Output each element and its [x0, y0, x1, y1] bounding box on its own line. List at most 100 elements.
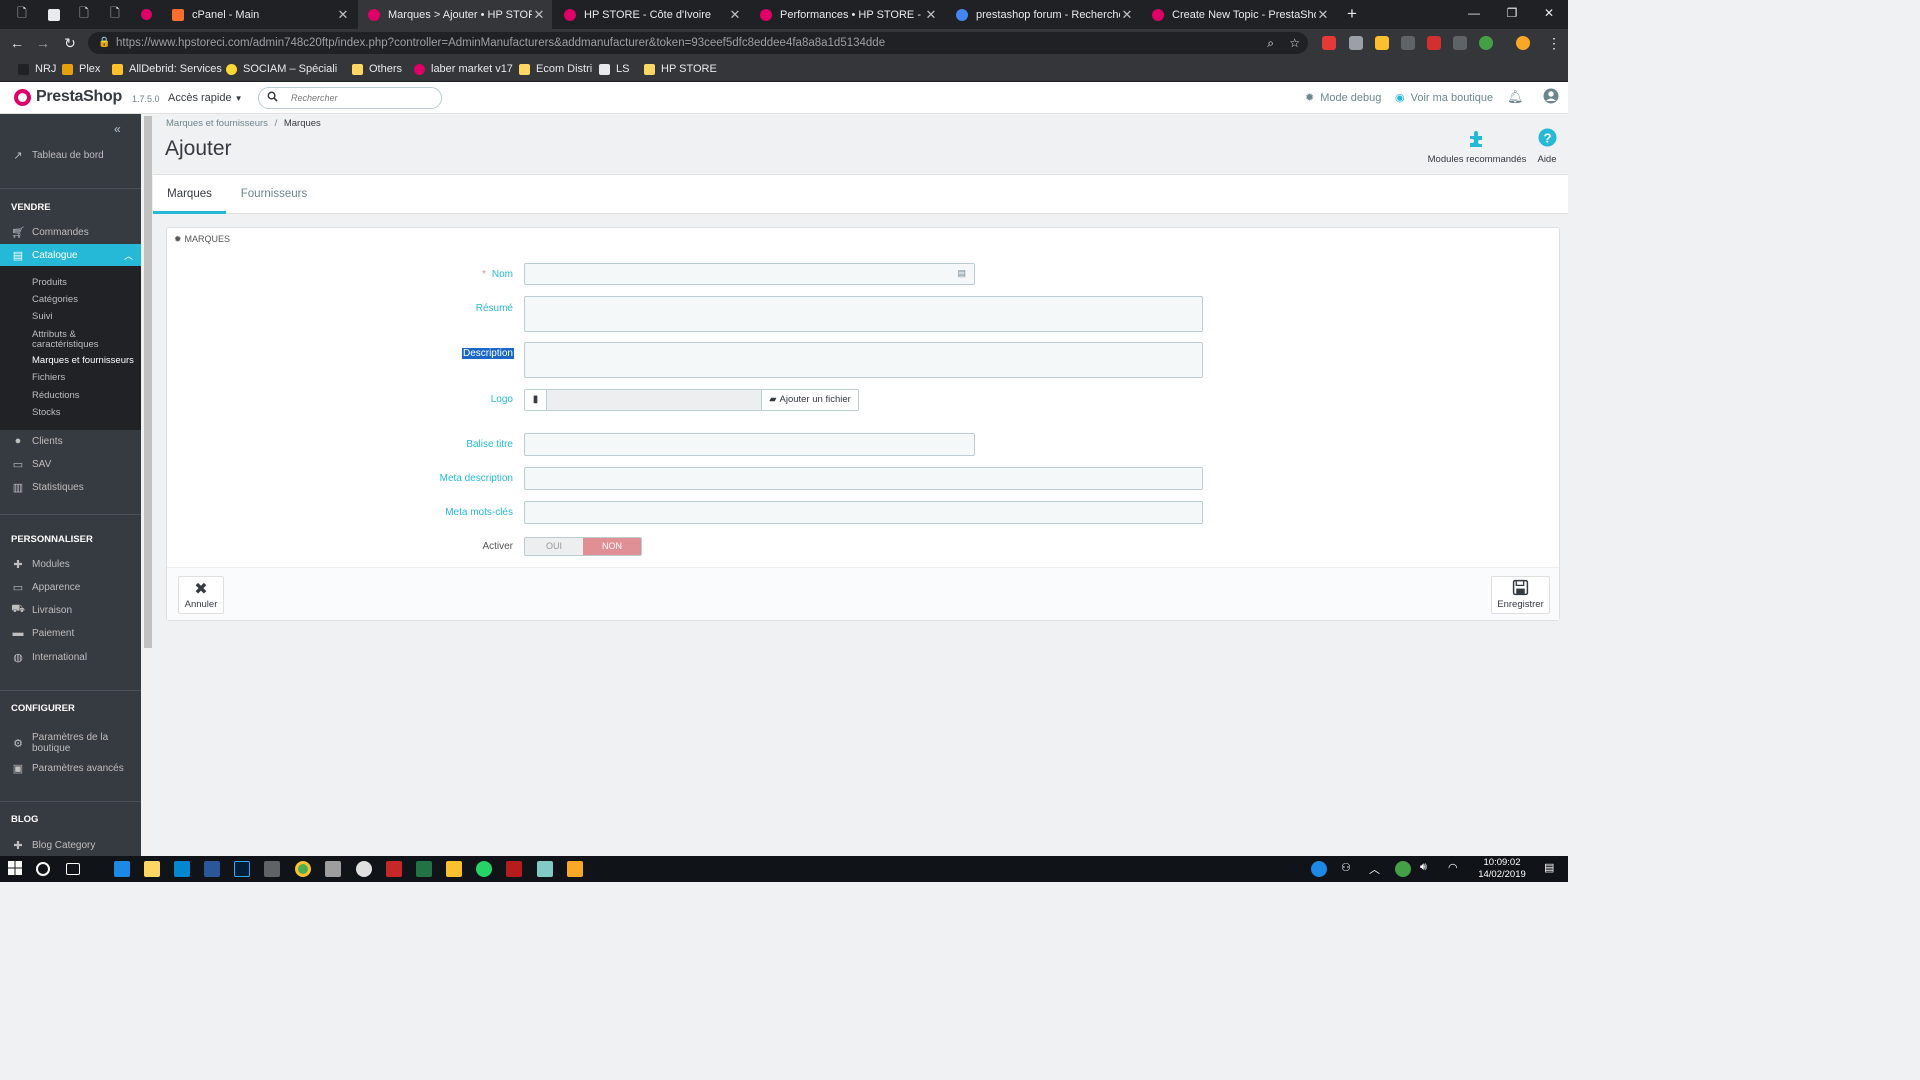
pinned-tab[interactable]	[40, 0, 68, 29]
excel-icon[interactable]	[416, 861, 432, 877]
restore-button[interactable]: ❐	[1493, 0, 1531, 29]
chrome-icon[interactable]	[295, 861, 311, 877]
submenu-item-brands-suppliers[interactable]: Marques et fournisseurs	[32, 356, 134, 366]
extension-icon[interactable]	[1453, 36, 1467, 50]
add-file-button[interactable]: ▰ Ajouter un fichier	[761, 390, 858, 410]
bookmark-item[interactable]: NRJ	[18, 57, 56, 81]
meta-title-field[interactable]	[524, 433, 975, 456]
summary-textarea[interactable]	[524, 296, 1203, 332]
sidebar-item-appearance[interactable]: ▭ Apparence	[0, 576, 141, 598]
sidebar-item-customers[interactable]: ● Clients	[0, 430, 141, 452]
submenu-item-discounts[interactable]: Réductions	[32, 391, 80, 401]
collapse-menu-icon[interactable]: «	[114, 122, 121, 136]
tab-marques[interactable]: Marques	[153, 175, 226, 214]
sidebar-item-sav[interactable]: ▭ SAV	[0, 453, 141, 475]
calculator-icon[interactable]	[325, 861, 341, 877]
sidebar-item-payment[interactable]: ▬ Paiement	[0, 622, 141, 644]
breadcrumb-parent-link[interactable]: Marques et fournisseurs	[166, 118, 268, 129]
sidebar-item-dashboard[interactable]: ↗ Tableau de bord	[0, 144, 141, 166]
help-button[interactable]: ? Aide	[1534, 128, 1560, 165]
sidebar-item-shipping[interactable]: ⛟ Livraison	[0, 599, 141, 621]
logo-file-input[interactable]: ▮ ▰ Ajouter un fichier	[524, 389, 859, 411]
meta-title-input[interactable]	[525, 434, 974, 455]
extension-icon[interactable]	[1401, 36, 1415, 50]
switch-option-no[interactable]: NON	[583, 538, 641, 555]
taskbar-app-icon[interactable]	[114, 861, 130, 877]
submenu-item-files[interactable]: Fichiers	[32, 373, 65, 383]
close-icon[interactable]: ✕	[728, 7, 742, 23]
tab-cpanel[interactable]: cPanel - Main ✕	[162, 0, 356, 29]
tab-google-search[interactable]: prestashop forum - Recherche G ✕	[946, 0, 1140, 29]
tab-create-topic[interactable]: Create New Topic - PrestaShop ✕	[1142, 0, 1336, 29]
whatsapp-icon[interactable]	[476, 861, 492, 877]
name-field[interactable]: ▤	[524, 263, 975, 285]
sidebar-item-blog-category[interactable]: ✚ Blog Category	[0, 834, 141, 856]
notifications-bell-icon[interactable]: 🔔︎	[1507, 89, 1524, 105]
close-icon[interactable]: ✕	[336, 7, 350, 23]
profile-avatar[interactable]	[1516, 36, 1530, 50]
submenu-item-monitoring[interactable]: Suivi	[32, 312, 53, 322]
sidebar-item-catalog[interactable]: ▤ Catalogue ︿	[0, 244, 141, 266]
address-bar[interactable]: 🔒 https://www.hpstoreci.com/admin748c20f…	[88, 32, 1308, 54]
photoshop-icon[interactable]	[234, 861, 250, 877]
taskbar-app-icon[interactable]	[174, 861, 190, 877]
sidebar-item-international[interactable]: ◍ International	[0, 646, 141, 668]
taskbar-app-icon[interactable]	[567, 861, 583, 877]
sidebar-scrollbar-thumb[interactable]	[144, 116, 152, 648]
employee-avatar[interactable]	[1543, 88, 1559, 104]
meta-keywords-input[interactable]	[525, 502, 1202, 523]
keyboard-icon[interactable]	[264, 861, 280, 877]
close-icon[interactable]: ✕	[1316, 7, 1330, 23]
tab-hp-store[interactable]: HP STORE - Côte d'Ivoire ✕	[554, 0, 748, 29]
tray-app-icon[interactable]	[1395, 861, 1411, 877]
close-icon[interactable]: ✕	[532, 7, 546, 23]
minimize-button[interactable]: —	[1455, 0, 1493, 29]
extension-icon[interactable]	[1375, 36, 1389, 50]
bookmark-folder[interactable]: HP STORE	[644, 57, 717, 81]
quick-access-dropdown[interactable]: Accès rapide ▼	[168, 92, 243, 104]
clock-date[interactable]: 14/02/2019	[1466, 869, 1538, 880]
taskbar-app-icon[interactable]	[537, 861, 553, 877]
sidebar-item-orders[interactable]: 🛒︎ Commandes	[0, 221, 141, 243]
recommended-modules-button[interactable]: Modules recommandés	[1426, 128, 1528, 165]
sidebar-item-shop-params[interactable]: ⚙ Paramètres de la boutique	[0, 728, 141, 758]
bookmark-item[interactable]: laber market v17	[414, 57, 513, 81]
extension-icon[interactable]	[1349, 36, 1363, 50]
pinned-tab[interactable]: 🗋	[8, 0, 36, 29]
adblock-icon[interactable]	[1322, 36, 1336, 50]
zoom-icon[interactable]: ⌕	[1267, 32, 1274, 54]
tab-performances[interactable]: Performances • HP STORE - Côte ✕	[750, 0, 944, 29]
tab-marques-ajouter[interactable]: Marques > Ajouter • HP STORE - ✕	[358, 0, 552, 29]
name-input[interactable]	[525, 264, 974, 284]
close-window-button[interactable]: ✕	[1530, 0, 1568, 29]
cancel-button[interactable]: ✖ Annuler	[178, 576, 224, 614]
wifi-icon[interactable]: ◠	[1448, 861, 1464, 877]
sidebar-item-advanced-params[interactable]: ▣ Paramètres avancés	[0, 757, 141, 779]
reload-button[interactable]: ↻	[60, 33, 80, 53]
clock-icon[interactable]	[356, 861, 372, 877]
bookmark-item[interactable]: AllDebrid: Services	[112, 57, 222, 81]
notification-center-icon[interactable]: ▤	[1544, 861, 1560, 877]
tab-fournisseurs[interactable]: Fournisseurs	[234, 175, 314, 214]
bookmark-item[interactable]: Plex	[62, 57, 100, 81]
sidebar-item-stats[interactable]: ▥ Statistiques	[0, 476, 141, 498]
extension-icon[interactable]	[1479, 36, 1493, 50]
prestashop-logo[interactable]: PrestaShop	[14, 88, 122, 106]
bookmark-item[interactable]: SOCIAM – Spécialiste	[226, 57, 337, 81]
meta-description-input[interactable]	[525, 468, 1202, 489]
save-button[interactable]: Enregistrer	[1491, 576, 1550, 614]
pinned-tab[interactable]	[132, 0, 160, 29]
chevron-up-icon[interactable]: ︿	[1369, 861, 1385, 877]
help-tray-icon[interactable]	[1311, 861, 1327, 877]
taskbar-app-icon[interactable]	[386, 861, 402, 877]
back-button[interactable]: ←	[7, 33, 27, 53]
bookmark-folder[interactable]: Others	[352, 57, 402, 81]
windows-start-icon[interactable]	[8, 861, 24, 877]
pinned-tab[interactable]: 🗋	[70, 0, 98, 29]
file-explorer-icon[interactable]	[144, 861, 160, 877]
search-input[interactable]	[291, 91, 431, 105]
extension-icon[interactable]	[1427, 36, 1441, 50]
close-icon[interactable]: ✕	[924, 7, 938, 23]
switch-option-yes[interactable]: OUI	[525, 538, 583, 555]
active-switch[interactable]: OUI NON	[524, 537, 642, 556]
